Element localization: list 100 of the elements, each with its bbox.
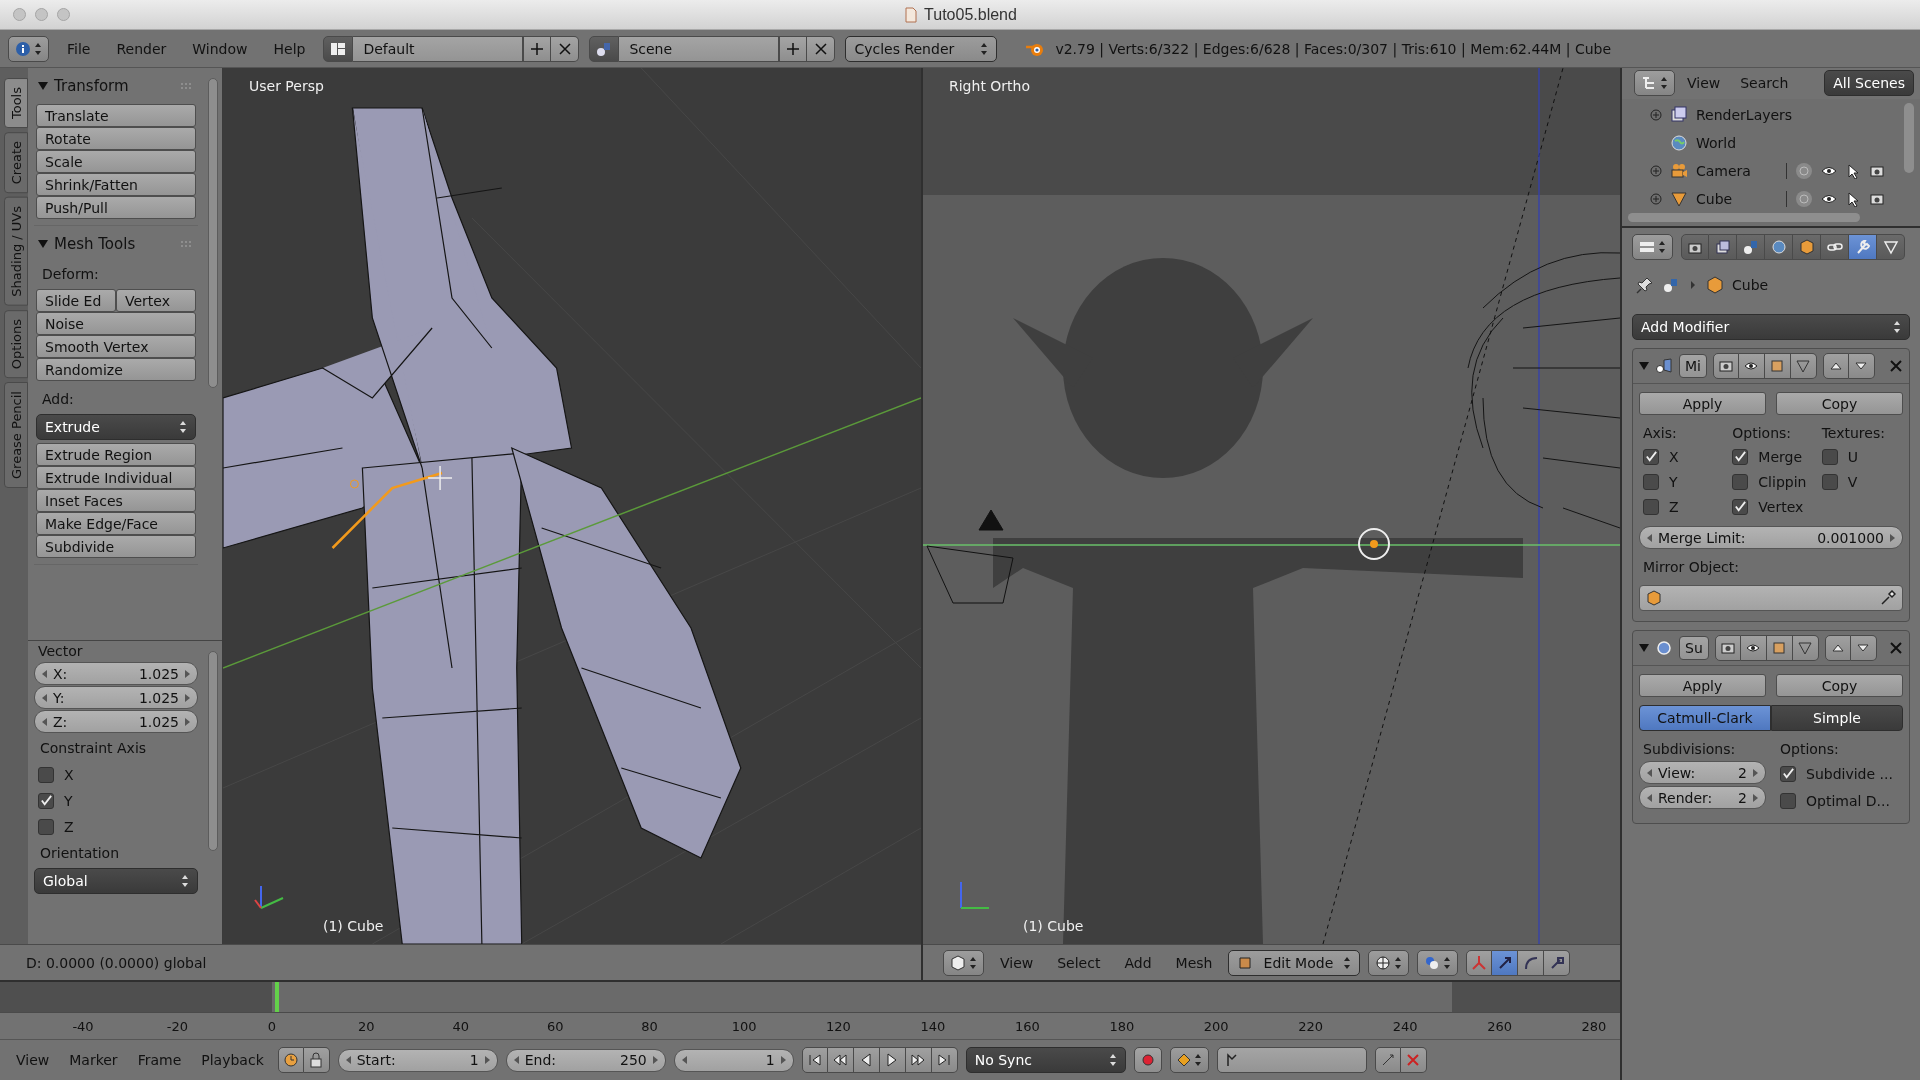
menu-item[interactable]: Render [108, 40, 175, 57]
current-frame-field[interactable]: 1 [673, 1048, 794, 1072]
close-icon[interactable] [1889, 359, 1903, 373]
scrollbar[interactable] [208, 651, 218, 851]
increase-arrow-icon[interactable] [779, 1056, 786, 1064]
increase-arrow-icon[interactable] [1889, 533, 1895, 542]
decrease-arrow-icon[interactable] [513, 1056, 520, 1064]
option-checkbox[interactable]: Y [1639, 470, 1725, 493]
properties-tab[interactable] [1793, 234, 1821, 260]
move-up-button[interactable] [1822, 353, 1849, 379]
end-frame-field[interactable]: End: 250 [505, 1048, 666, 1072]
outliner-item[interactable]: Cube [1696, 189, 1778, 208]
shelf-tab[interactable]: Grease Pencil [4, 382, 28, 489]
tool-button[interactable]: Randomize [36, 358, 196, 381]
viewport-3d[interactable]: User Persp (1) Cube [223, 68, 921, 944]
collapse-triangle-icon[interactable] [1639, 643, 1649, 653]
tool-button[interactable]: Shrink/Fatten [36, 173, 196, 196]
menu-item[interactable]: Select [1049, 954, 1109, 971]
merge-limit-field[interactable]: Merge Limit: 0.001000 [1639, 526, 1903, 549]
subdivision-level-field[interactable]: View: 2 [1639, 761, 1766, 784]
tool-button[interactable]: Inset Faces [36, 489, 196, 512]
play-button[interactable] [879, 1047, 906, 1073]
algorithm-tab[interactable]: Catmull-Clark [1639, 705, 1771, 731]
scene-name-field[interactable]: Scene [619, 35, 780, 62]
move-down-button[interactable] [1850, 635, 1877, 661]
option-checkbox[interactable]: Optimal D... [1776, 788, 1903, 813]
tool-button[interactable]: Make Edge/Face [36, 512, 196, 535]
expand-icon[interactable] [1650, 108, 1662, 121]
tool-button[interactable]: Rotate [36, 127, 196, 150]
option-checkbox[interactable]: Vertex [1728, 495, 1814, 518]
editor-type-button[interactable] [943, 949, 984, 976]
operator-dropdown[interactable]: Extrude [36, 414, 196, 440]
editor-type-button[interactable] [8, 35, 49, 62]
modifier-name-field[interactable]: Su [1679, 636, 1709, 660]
delete-scene-button[interactable] [807, 35, 836, 62]
editor-type-button[interactable] [1632, 234, 1673, 260]
shelf-tab[interactable]: Shading / UVs [4, 197, 28, 306]
option-checkbox[interactable]: Merge [1728, 445, 1814, 468]
option-checkbox[interactable]: Clippin [1728, 470, 1814, 493]
tool-button[interactable]: Smooth Vertex [36, 335, 196, 358]
tool-button[interactable]: Scale [36, 150, 196, 173]
expand-icon[interactable] [1650, 164, 1662, 177]
current-frame-marker[interactable] [274, 982, 279, 1012]
move-up-button[interactable] [1824, 635, 1851, 661]
option-checkbox[interactable]: X [1639, 445, 1725, 468]
properties-tab[interactable] [1737, 234, 1765, 260]
editor-type-button[interactable] [1634, 70, 1675, 97]
scene-selector-button[interactable] [589, 35, 620, 62]
tool-button[interactable]: Push/Pull [36, 196, 196, 219]
manipulator-button[interactable] [1518, 949, 1545, 976]
menu-item[interactable]: File [59, 40, 99, 57]
tool-button[interactable]: Extrude Region [36, 443, 196, 466]
move-down-button[interactable] [1848, 353, 1875, 379]
menu-item[interactable]: View [992, 954, 1042, 971]
option-checkbox[interactable]: U [1817, 445, 1903, 468]
decrease-arrow-icon[interactable] [345, 1056, 352, 1064]
properties-tab[interactable] [1709, 234, 1737, 260]
increase-arrow-icon[interactable] [184, 669, 190, 678]
sync-dropdown[interactable]: No Sync [965, 1047, 1126, 1073]
play-reverse-button[interactable] [853, 1047, 880, 1073]
decrease-arrow-icon[interactable] [42, 693, 48, 702]
collapse-triangle-icon[interactable] [1639, 361, 1649, 371]
decrease-arrow-icon[interactable] [1647, 793, 1653, 802]
menu-item[interactable]: Marker [63, 1052, 124, 1068]
tool-button[interactable]: Noise [36, 312, 196, 335]
properties-tab[interactable] [1849, 234, 1877, 260]
tool-button[interactable]: Slide Ed [36, 289, 116, 312]
increase-arrow-icon[interactable] [1752, 793, 1758, 802]
manipulator-button[interactable] [1544, 949, 1571, 976]
pivot-button[interactable] [1417, 949, 1459, 976]
modifier-name-field[interactable]: Mi [1679, 354, 1707, 378]
outliner-item[interactable]: Camera [1696, 161, 1778, 180]
decrease-arrow-icon[interactable] [681, 1056, 688, 1064]
panel-title[interactable]: Transform [54, 77, 174, 95]
viewport-3d[interactable]: Right Ortho (1) Cube [923, 68, 1620, 944]
viewport-toggle-button[interactable] [1738, 353, 1765, 379]
drag-grip-icon[interactable] [180, 82, 194, 90]
shelf-tab[interactable]: Options [4, 309, 28, 379]
tool-button[interactable]: Extrude Individual [36, 466, 196, 489]
decrease-arrow-icon[interactable] [42, 669, 48, 678]
cage-toggle-button[interactable] [1792, 635, 1819, 661]
menu-item[interactable]: Playback [195, 1052, 270, 1068]
scrollbar[interactable] [1628, 212, 1860, 222]
display-mode-dropdown[interactable]: All Scenes [1824, 70, 1914, 97]
mirror-object-field[interactable] [1639, 585, 1903, 611]
copy-button[interactable]: Copy [1776, 392, 1903, 415]
expand-icon[interactable] [1650, 192, 1662, 205]
previous-keyframe-button[interactable] [827, 1047, 854, 1073]
delete-layout-button[interactable] [551, 35, 580, 62]
manipulator-button[interactable] [1466, 949, 1493, 976]
panel-title[interactable]: Mesh Tools [54, 235, 174, 253]
outliner-item[interactable]: RenderLayers [1696, 105, 1793, 124]
orientation-dropdown[interactable]: Global [34, 868, 198, 894]
render-toggle-button[interactable] [1712, 353, 1739, 379]
outliner-item[interactable]: World [1696, 133, 1778, 152]
axis-checkbox[interactable]: X [34, 763, 198, 786]
option-checkbox[interactable]: Subdivide ... [1776, 761, 1903, 786]
menu-item[interactable]: Help [265, 40, 314, 57]
add-layout-button[interactable] [523, 35, 552, 62]
scrollbar[interactable] [208, 78, 218, 388]
